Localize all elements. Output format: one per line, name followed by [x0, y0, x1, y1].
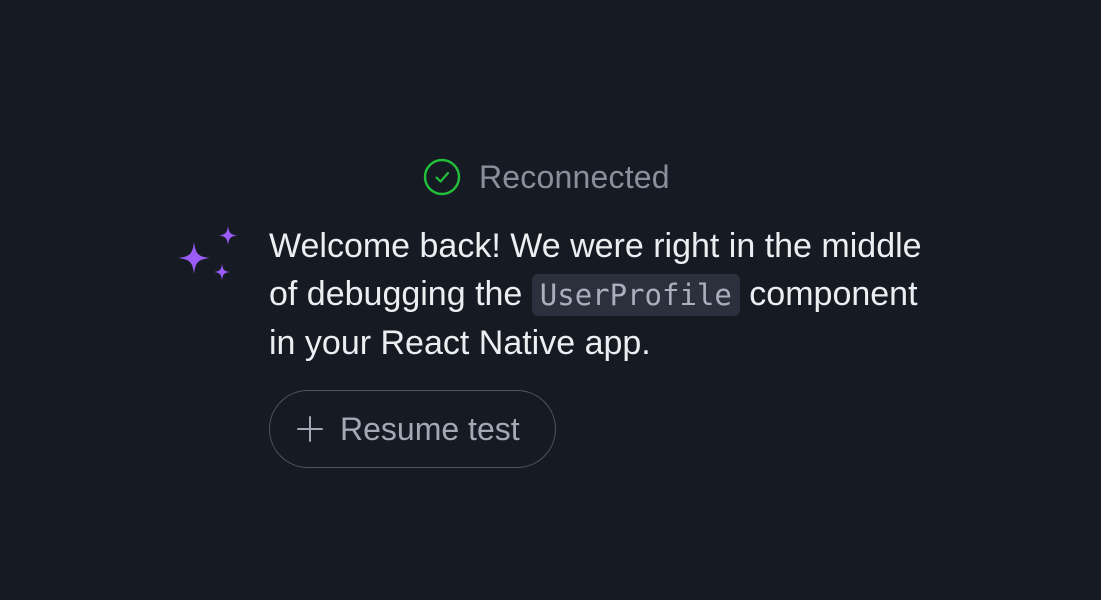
resume-test-label: Resume test — [340, 410, 520, 447]
status-label: Reconnected — [479, 158, 670, 195]
connection-status: Reconnected — [423, 156, 670, 198]
message-text: Welcome back! We were right in the middl… — [269, 222, 949, 367]
plus-icon — [297, 416, 323, 442]
assistant-message: Welcome back! We were right in the middl… — [269, 222, 949, 367]
resume-test-button[interactable]: Resume test — [269, 390, 556, 468]
chat-panel: Reconnected Welcome back! We were right … — [0, 0, 1101, 600]
sparkle-icon — [178, 226, 237, 280]
inline-code: UserProfile — [531, 274, 740, 316]
check-circle-icon — [423, 158, 461, 196]
